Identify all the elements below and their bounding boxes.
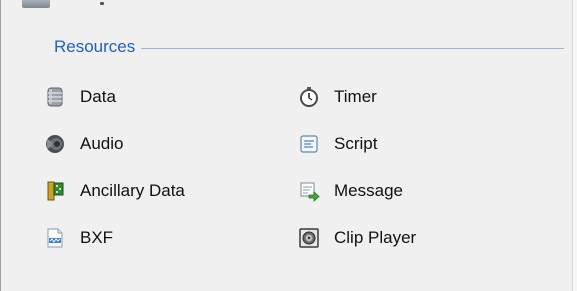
panel-scrollbar-edge[interactable] <box>572 0 577 291</box>
database-icon <box>44 86 66 108</box>
resources-group-header: Resources <box>54 36 564 58</box>
ancillary-card-icon <box>44 180 66 202</box>
resource-item-data[interactable]: Data <box>44 84 116 110</box>
group-divider-line <box>141 47 564 49</box>
resource-item-label: Clip Player <box>334 228 417 247</box>
stopwatch-icon <box>298 86 320 108</box>
script-icon <box>298 133 320 155</box>
resources-panel: Resources Data Audio Ancillary Data BXF … <box>0 0 577 291</box>
resource-item-script[interactable]: Script <box>298 131 377 157</box>
resource-item-message[interactable]: Message <box>298 178 403 204</box>
resource-item-label: Script <box>334 134 378 153</box>
resource-item-label: Ancillary Data <box>80 181 185 200</box>
resource-item-label: Data <box>80 87 116 106</box>
resources-group-title: Resources <box>54 37 136 56</box>
resource-item-audio[interactable]: Audio <box>44 131 123 157</box>
resource-item-ancillary-data[interactable]: Ancillary Data <box>44 178 185 204</box>
speaker-icon <box>44 133 66 155</box>
resource-item-label: Audio <box>80 134 124 153</box>
clipped-previous-item-icon <box>22 0 50 8</box>
resource-item-label: Message <box>334 181 403 200</box>
bxf-document-icon <box>44 227 66 249</box>
resource-item-bxf[interactable]: BXF <box>44 225 113 251</box>
panel-left-border <box>0 0 1 291</box>
clipped-previous-item-text <box>100 2 104 5</box>
message-icon <box>298 180 320 202</box>
resource-item-label: BXF <box>80 228 114 247</box>
resource-item-clip-player[interactable]: Clip Player <box>298 225 416 251</box>
resource-item-timer[interactable]: Timer <box>298 84 377 110</box>
resource-item-label: Timer <box>334 87 377 106</box>
clip-player-icon <box>298 227 320 249</box>
